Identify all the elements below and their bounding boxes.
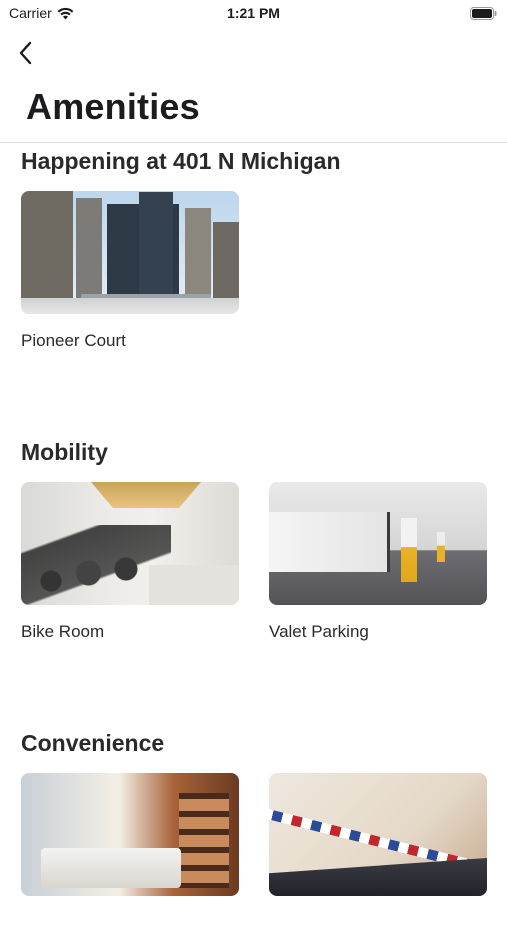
amenity-card-mail[interactable]: [269, 773, 487, 934]
cafe-image: [21, 773, 239, 896]
section-title: Happening at 401 N Michigan: [21, 148, 341, 174]
amenity-card-pioneer-court[interactable]: Pioneer Court: [21, 191, 239, 352]
card-row: [21, 773, 487, 934]
page-title: Amenities: [26, 86, 200, 127]
amenity-card-bike-room[interactable]: Bike Room: [21, 482, 239, 643]
section-convenience: Convenience: [21, 728, 491, 896]
amenity-card-cafe[interactable]: [21, 773, 239, 934]
card-label: Pioneer Court: [21, 331, 126, 350]
card-label: [269, 912, 487, 934]
title-divider: [0, 142, 507, 143]
battery-icon: [470, 7, 497, 20]
bike-room-image: [21, 482, 239, 605]
card-row: Bike Room Valet Parking: [21, 482, 487, 643]
card-label: Bike Room: [21, 622, 105, 641]
valet-parking-image: [269, 482, 487, 605]
section-title: Convenience: [21, 730, 165, 756]
mail-image: [269, 773, 487, 896]
section-mobility: Mobility Bike Room Valet Parking: [21, 437, 491, 641]
status-time: 1:21 PM: [227, 5, 280, 21]
amenity-card-valet-parking[interactable]: Valet Parking: [269, 482, 487, 643]
pioneer-court-image: [21, 191, 239, 314]
card-label: [21, 912, 239, 934]
back-button[interactable]: [10, 36, 40, 70]
card-label: Valet Parking: [269, 622, 369, 641]
card-row: Pioneer Court: [21, 191, 239, 352]
chevron-left-icon: [19, 41, 32, 65]
status-bar: Carrier 1:21 PM: [0, 0, 507, 28]
section-happening: Happening at 401 N Michigan Pioneer Cour…: [21, 146, 491, 350]
section-title: Mobility: [21, 439, 108, 465]
